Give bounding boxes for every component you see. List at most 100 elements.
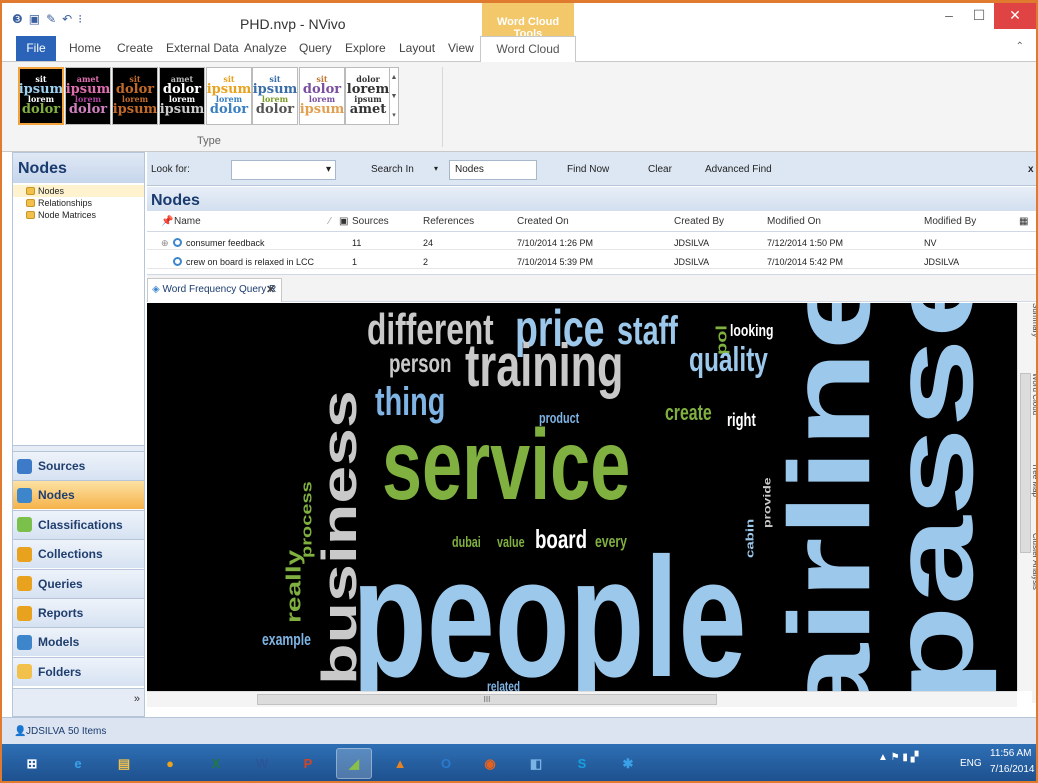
cloud-type-thumb[interactable]: sit ipsum lorem dolor <box>18 67 64 125</box>
view-tab-tree-map[interactable]: Tree Map <box>1031 463 1036 497</box>
view-tab-word-cloud[interactable]: Word Cloud <box>1031 373 1036 415</box>
table-row[interactable]: crew on board is relaxed in LCC 1 2 7/10… <box>147 255 1036 269</box>
vertical-scrollbar[interactable] <box>1017 303 1032 691</box>
search-scope-field[interactable]: Nodes <box>449 160 537 180</box>
column-modified-on[interactable]: Modified On <box>767 216 821 227</box>
find-now-button[interactable]: Find Now <box>567 164 609 175</box>
nav-button-collections[interactable]: Collections <box>13 539 144 569</box>
nvivo-logo-icon[interactable]: ❸ <box>12 12 23 26</box>
maximize-button[interactable]: ☐ <box>964 3 994 29</box>
column-references[interactable]: References <box>423 216 474 227</box>
column-created-by[interactable]: Created By <box>674 216 724 227</box>
word-icon[interactable]: W <box>244 748 280 779</box>
gallery-scroll[interactable]: ▲ ▼ ▾ <box>389 67 399 125</box>
excel-icon[interactable]: X <box>198 748 234 779</box>
column-created-on[interactable]: Created On <box>517 216 569 227</box>
search-in-button[interactable]: Search In <box>371 164 414 175</box>
cloud-type-thumb[interactable]: sit ipsum lorem dolor <box>206 67 252 125</box>
tray-icons[interactable]: ▲ ⚑ ▮ ▞ <box>878 752 918 763</box>
minimize-button[interactable]: – <box>934 3 964 29</box>
tab-external-data[interactable]: External Data <box>166 41 239 55</box>
horizontal-scrollbar[interactable]: III <box>147 691 1017 707</box>
tab-layout[interactable]: Layout <box>399 41 435 55</box>
column-sources[interactable]: Sources <box>352 216 389 227</box>
tray-time[interactable]: 11:56 AM <box>990 748 1032 759</box>
tree-item-relationships[interactable]: Relationships <box>13 197 144 209</box>
tray-language[interactable]: ENG <box>960 758 982 769</box>
undo-icon[interactable]: ↶ <box>62 12 72 26</box>
thumb-word: ipsum <box>112 101 158 117</box>
nvivo-icon[interactable]: ◢ <box>336 748 372 779</box>
cloud-type-thumb[interactable]: sit dolor lorem ipsum <box>299 67 345 125</box>
dropdown-arrow-icon[interactable]: ▾ <box>326 164 331 175</box>
close-tab-button[interactable]: ✕ <box>266 283 275 296</box>
powerpoint-icon[interactable]: P <box>290 748 326 779</box>
nav-button-label: Sources <box>38 459 86 473</box>
view-tab-summary[interactable]: Summary <box>1031 303 1036 337</box>
close-button[interactable]: ✕ <box>994 3 1036 29</box>
classifications-icon <box>17 517 32 533</box>
cloud-word: people <box>352 523 747 691</box>
ribbon-minimize-icon[interactable]: ⌃ <box>1016 41 1024 52</box>
cloud-type-thumb[interactable]: sit dolor lorem ipsum <box>112 67 158 125</box>
tab-analyze[interactable]: Analyze <box>244 41 287 55</box>
vlc-icon[interactable]: ▲ <box>382 748 418 779</box>
advanced-find-button[interactable]: Advanced Find <box>705 164 772 175</box>
edit-icon[interactable]: ✎ <box>46 12 56 26</box>
table-row[interactable]: ⊕ consumer feedback 11 24 7/10/2014 1:26… <box>147 236 1036 250</box>
tray-date[interactable]: 7/16/2014 <box>990 764 1035 775</box>
tree-item-nodes[interactable]: Nodes <box>13 185 144 197</box>
nav-configure-button[interactable]: » <box>13 688 144 716</box>
firefox-icon[interactable]: ◉ <box>472 748 508 779</box>
network-app-icon[interactable]: ✱ <box>610 748 646 779</box>
tab-word-cloud[interactable]: Word Cloud <box>480 36 576 63</box>
nav-button-queries[interactable]: Queries <box>13 568 144 598</box>
tab-file[interactable]: File <box>16 36 56 61</box>
customize-icon[interactable]: ⁝ <box>78 12 82 26</box>
tab-home[interactable]: Home <box>69 41 101 55</box>
list-view-title: Nodes <box>147 187 1036 211</box>
expand-icon[interactable]: ⊕ <box>161 238 169 249</box>
windows-start-icon[interactable]: ⊞ <box>14 748 50 779</box>
tree-item-node-matrices[interactable]: Node Matrices <box>13 209 144 221</box>
nav-button-nodes[interactable]: Nodes <box>13 480 144 510</box>
nav-button-sources[interactable]: Sources <box>13 451 144 480</box>
tab-query[interactable]: Query <box>299 41 332 55</box>
column-name[interactable]: Name <box>174 216 201 227</box>
nav-button-folders[interactable]: Folders <box>13 656 144 686</box>
clear-button[interactable]: Clear <box>648 164 672 175</box>
node-modified-on: 7/12/2014 1:50 PM <box>767 238 844 248</box>
column-chooser-icon[interactable]: ▦ <box>1019 216 1028 227</box>
scroll-thumb[interactable]: III <box>257 694 717 705</box>
chrome-icon[interactable]: ● <box>152 748 188 779</box>
look-for-label: Look for: <box>151 164 190 175</box>
nav-button-models[interactable]: Models <box>13 627 144 657</box>
view-tab-cluster-analysis[interactable]: Cluster Analysis <box>1031 533 1036 590</box>
tab-word-frequency-query[interactable]: ◈ Word Frequency Query R ✕ <box>147 278 282 302</box>
cloud-type-thumb[interactable]: sit ipsum lorem dolor <box>252 67 298 125</box>
tab-explore[interactable]: Explore <box>345 41 386 55</box>
look-for-input[interactable]: ▾ <box>231 160 336 180</box>
outlook-icon[interactable]: O <box>428 748 464 779</box>
tab-create[interactable]: Create <box>117 41 153 55</box>
status-items: 50 Items <box>68 726 107 737</box>
close-find-bar-button[interactable]: x <box>1028 164 1034 175</box>
file-explorer-icon[interactable]: ▤ <box>106 748 142 779</box>
column-modified-by[interactable]: Modified By <box>924 216 976 227</box>
app-icon[interactable]: ◧ <box>518 748 554 779</box>
ribbon: sit ipsum lorem dolor amet ipsum lorem dolor sit… <box>2 62 1036 152</box>
cloud-type-thumb[interactable]: amet ipsum lorem dolor <box>65 67 111 125</box>
internet-explorer-icon[interactable]: e <box>60 748 96 779</box>
nav-button-label: Classifications <box>38 517 123 532</box>
skype-icon[interactable]: S <box>564 748 600 779</box>
cloud-type-thumb[interactable]: amet dolor lorem ipsum <box>159 67 205 125</box>
cloud-type-thumb[interactable]: dolor lorem ipsum amet <box>345 67 391 125</box>
save-icon[interactable]: ▣ <box>29 12 40 26</box>
cloud-word: quality <box>689 341 768 379</box>
nav-button-reports[interactable]: Reports <box>13 598 144 627</box>
search-in-dropdown-icon[interactable]: ▾ <box>434 164 438 173</box>
nav-button-classifications[interactable]: Classifications <box>13 509 144 539</box>
cloud-word: staff <box>617 309 678 353</box>
scroll-thumb[interactable] <box>1020 373 1031 553</box>
tab-view[interactable]: View <box>448 41 474 55</box>
